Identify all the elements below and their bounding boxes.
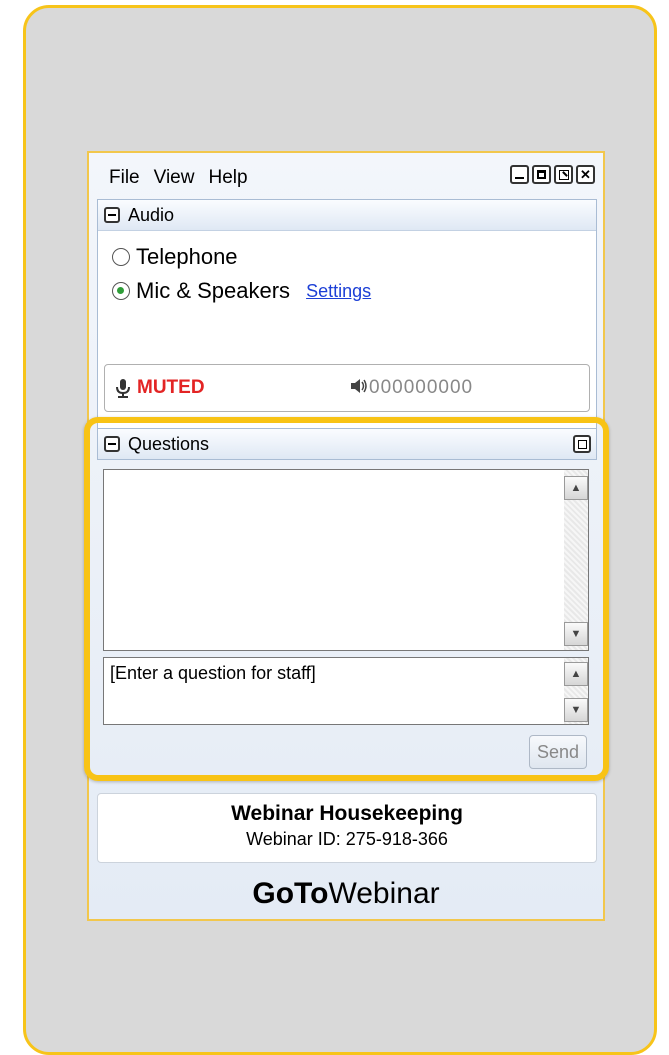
- telephone-label: Telephone: [136, 244, 238, 269]
- muted-status: MUTED: [137, 377, 205, 398]
- webinar-id: Webinar ID: 275-918-366: [246, 829, 448, 849]
- speaker-level-meter: 000000000: [369, 377, 474, 398]
- window-controls: ✕: [510, 165, 595, 184]
- telephone-radio[interactable]: [112, 248, 130, 266]
- menu-view[interactable]: View: [154, 167, 195, 189]
- collapse-audio-icon[interactable]: [104, 207, 120, 223]
- microphone-icon[interactable]: [113, 377, 133, 399]
- menu-bar: File View Help: [109, 167, 262, 189]
- popout-icon[interactable]: [554, 165, 573, 184]
- menu-help[interactable]: Help: [208, 167, 247, 189]
- audio-panel-header: Audio: [98, 200, 596, 231]
- audio-panel: Audio Telephone Mic & Speakers Settings …: [97, 199, 597, 447]
- logo-webinar: Webinar: [328, 877, 440, 910]
- maximize-icon[interactable]: [532, 165, 551, 184]
- audio-panel-title: Audio: [128, 204, 175, 225]
- speaker-icon: [351, 379, 367, 393]
- minimize-icon[interactable]: [510, 165, 529, 184]
- logo-goto: GoTo: [252, 877, 329, 910]
- audio-status-bar: MUTED 000000000: [104, 364, 590, 412]
- close-icon[interactable]: ✕: [576, 165, 595, 184]
- mic-speakers-radio[interactable]: [112, 282, 130, 300]
- telephone-option[interactable]: Telephone: [112, 244, 238, 270]
- menu-file[interactable]: File: [109, 167, 140, 189]
- webinar-title: Webinar Housekeeping: [231, 802, 463, 825]
- mic-speakers-label: Mic & Speakers: [136, 278, 291, 303]
- questions-highlight-frame: [84, 417, 609, 781]
- gotowebinar-logo: GoToWebinar: [89, 877, 603, 911]
- speaker-level: 000000000: [349, 377, 473, 399]
- mic-speakers-option[interactable]: Mic & Speakers Settings: [112, 278, 371, 304]
- webinar-info: Webinar Housekeeping Webinar ID: 275-918…: [97, 793, 597, 863]
- settings-link[interactable]: Settings: [306, 281, 371, 302]
